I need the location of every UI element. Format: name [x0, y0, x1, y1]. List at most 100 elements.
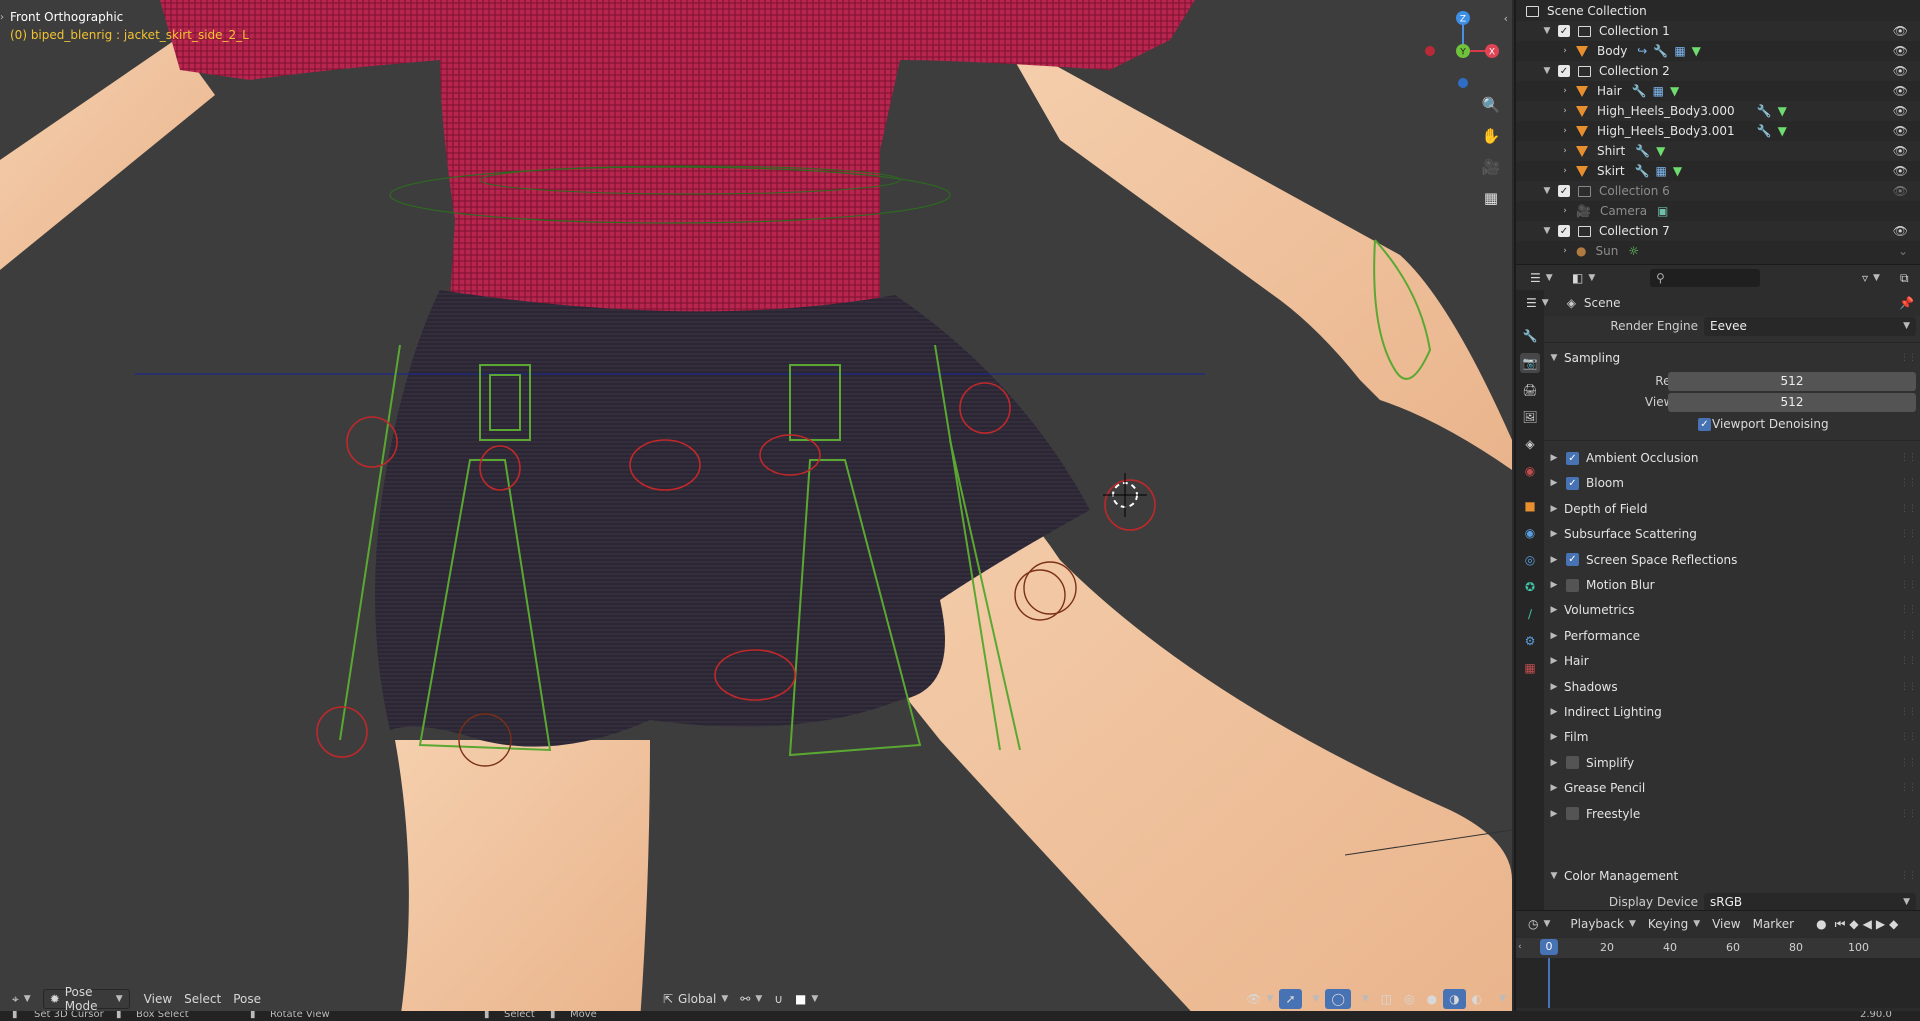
panel-shadows[interactable]: ▶ Shadows ⋮⋮	[1548, 675, 1918, 699]
transform-orientation-dropdown[interactable]: ⇱ Global ▼	[657, 989, 734, 1009]
filter-dropdown[interactable]: ▿ ▼	[1856, 268, 1886, 288]
drag-grip-icon[interactable]: ⋮⋮	[1900, 605, 1917, 615]
prev-keyframe-button[interactable]: ◆	[1847, 914, 1860, 934]
drag-grip-icon[interactable]: ⋮⋮	[1900, 453, 1917, 463]
hand-icon[interactable]: ✋	[1478, 123, 1504, 149]
panel-screen-space-reflections[interactable]: ▶ ✓ Screen Space Reflections ⋮⋮	[1548, 548, 1918, 572]
panel-volumetrics[interactable]: ▶ Volumetrics ⋮⋮	[1548, 598, 1918, 622]
record-button[interactable]: ●	[1810, 914, 1832, 934]
menu-pose[interactable]: Pose	[227, 989, 267, 1009]
snap-toggle[interactable]: ∪	[768, 989, 789, 1009]
gizmo-toggle[interactable]: ➚	[1279, 989, 1302, 1009]
timeline-area[interactable]	[1516, 958, 1920, 1008]
panel-motion-blur[interactable]: ▶ Motion Blur ⋮⋮	[1548, 573, 1918, 597]
xray-toggle[interactable]: ◫	[1375, 989, 1398, 1009]
outliner-row[interactable]: ▼ ✓ Collection 2 👁	[1516, 61, 1920, 81]
render-tab-icon[interactable]: 📷	[1520, 353, 1540, 373]
menu-marker[interactable]: Marker	[1747, 914, 1800, 934]
chevron-down-icon[interactable]: ⌄	[1898, 244, 1908, 258]
eye-icon[interactable]: 👁	[1893, 144, 1908, 158]
drag-grip-icon[interactable]: ⋮⋮	[1900, 478, 1917, 488]
outliner-row[interactable]: ▼ ✓ Collection 7 👁	[1516, 221, 1920, 241]
navigation-gizmo[interactable]: Z Y X	[1425, 8, 1505, 88]
eye-icon[interactable]: 👁	[1893, 124, 1908, 138]
expand-arrow-icon[interactable]: ›	[1560, 146, 1570, 156]
physics-tab-icon[interactable]: ◎	[1520, 550, 1540, 570]
exclude-checkbox[interactable]: ✓	[1558, 65, 1570, 77]
panel-indirect-lighting[interactable]: ▶ Indirect Lighting ⋮⋮	[1548, 700, 1918, 724]
panel-enable-checkbox[interactable]	[1566, 578, 1579, 592]
view-layer-tab-icon[interactable]: 🖼	[1520, 407, 1540, 427]
gizmo-dropdown[interactable]: ▼	[1302, 989, 1326, 1009]
drag-grip-icon[interactable]: ⋮⋮	[1900, 682, 1917, 692]
outliner-scene-collection[interactable]: Scene Collection	[1516, 1, 1920, 21]
panel-color-management[interactable]: ▼ Color Management ⋮⋮	[1548, 864, 1918, 888]
viewport-samples-field[interactable]: 512	[1668, 392, 1916, 412]
panel-simplify[interactable]: ▶ Simplify ⋮⋮	[1548, 751, 1918, 775]
play-button[interactable]: ▶	[1874, 914, 1887, 934]
expand-arrow-icon[interactable]: ›	[1560, 206, 1570, 216]
viewport-denoising-checkbox[interactable]: ✓	[1698, 417, 1711, 431]
expand-arrow-icon[interactable]: ›	[1560, 106, 1570, 116]
exclude-checkbox[interactable]: ✓	[1558, 225, 1570, 237]
snap-target-dropdown[interactable]: ■ ▼	[789, 989, 824, 1009]
panel-hair[interactable]: ▶ Hair ⋮⋮	[1548, 649, 1918, 673]
panel-grease-pencil[interactable]: ▶ Grease Pencil ⋮⋮	[1548, 776, 1918, 800]
bone-constraint-tab-icon[interactable]: ⚙	[1520, 631, 1540, 651]
grid-icon[interactable]: ▦	[1478, 185, 1504, 211]
object-tab-icon[interactable]: ■	[1520, 496, 1540, 516]
viewport-denoising-row[interactable]: ✓ Viewport Denoising	[1544, 414, 1920, 434]
zoom-icon[interactable]: 🔍	[1478, 92, 1504, 118]
expand-arrow-icon[interactable]: ▼	[1542, 66, 1552, 76]
panel-enable-checkbox[interactable]: ✓	[1566, 451, 1579, 465]
expand-arrow-icon[interactable]: ›	[1560, 46, 1570, 56]
toolbar-toggle-arrow[interactable]: ›	[0, 12, 4, 23]
new-collection-button[interactable]: ⧉	[1894, 268, 1915, 288]
shading-dropdown[interactable]: ▼	[1488, 989, 1512, 1009]
outliner-row[interactable]: › Skirt 🔧 ▦ ▼ 👁	[1516, 161, 1920, 181]
panel-enable-checkbox[interactable]	[1566, 807, 1579, 821]
expand-arrow-icon[interactable]: ›	[1560, 166, 1570, 176]
panel-subsurface-scattering[interactable]: ▶ Subsurface Scattering ⋮⋮	[1548, 522, 1918, 546]
output-tab-icon[interactable]: 🖨	[1520, 380, 1540, 400]
expand-arrow-icon[interactable]: ▼	[1542, 226, 1552, 236]
panel-enable-checkbox[interactable]	[1566, 756, 1579, 770]
panel-depth-of-field[interactable]: ▶ Depth of Field ⋮⋮	[1548, 497, 1918, 521]
editor-type-button[interactable]: ⌖ ▼	[6, 989, 37, 1009]
world-tab-icon[interactable]: ◉	[1520, 461, 1540, 481]
3d-viewport[interactable]: › Front Orthographic (0) biped_blenrig :…	[0, 0, 1512, 1021]
shading-material[interactable]: ◑	[1443, 989, 1466, 1009]
outliner-row[interactable]: › Hair 🔧 ▦ ▼ 👁	[1516, 81, 1920, 101]
editor-type-button[interactable]: ☰ ▼	[1520, 293, 1555, 313]
expand-arrow-icon[interactable]: ›	[1560, 246, 1570, 256]
expand-arrow-icon[interactable]: ›	[1560, 126, 1570, 136]
drag-grip-icon[interactable]: ⋮⋮	[1900, 809, 1917, 819]
outliner-row[interactable]: › High_Heels_Body3.001 🔧 ▼ 👁	[1516, 121, 1920, 141]
eye-icon[interactable]: 👁	[1893, 44, 1908, 58]
mode-dropdown[interactable]: ✹ Pose Mode ▼	[42, 985, 130, 1013]
exclude-checkbox[interactable]: ✓	[1558, 25, 1570, 37]
shading-wireframe[interactable]: ◎	[1398, 989, 1420, 1009]
current-frame-indicator[interactable]: 0	[1540, 939, 1558, 955]
eye-icon[interactable]: 👁	[1893, 224, 1908, 238]
drag-grip-icon[interactable]: ⋮⋮	[1900, 504, 1917, 514]
jump-start-button[interactable]: ⏮	[1833, 914, 1848, 934]
pivot-point-dropdown[interactable]: ⚯ ▼	[734, 989, 768, 1009]
camera-icon[interactable]: 🎥	[1478, 154, 1504, 180]
panel-performance[interactable]: ▶ Performance ⋮⋮	[1548, 624, 1918, 648]
menu-playback[interactable]: Playback ▼	[1564, 914, 1641, 934]
drag-grip-icon[interactable]: ⋮⋮	[1900, 783, 1917, 793]
display-device-dropdown[interactable]: sRGB ▼	[1704, 892, 1916, 912]
outliner-row[interactable]: ▼ ✓ Collection 6 👁	[1516, 181, 1920, 201]
menu-timeline-view[interactable]: View	[1706, 914, 1746, 934]
outliner-row[interactable]: ▼ ✓ Collection 1 👁	[1516, 21, 1920, 41]
timeline-ruler[interactable]: ‹ 0 20 40 60 80 100	[1516, 938, 1920, 958]
bone-tab-icon[interactable]: ∕	[1520, 604, 1540, 624]
scene-tab-icon[interactable]: ◈	[1520, 434, 1540, 454]
eye-icon[interactable]: 👁	[1893, 164, 1908, 178]
drag-grip-icon[interactable]: ⋮⋮	[1900, 732, 1917, 742]
outliner-row[interactable]: › ● Sun ☼ ⌄	[1516, 241, 1920, 261]
drag-grip-icon[interactable]: ⋮⋮	[1900, 580, 1917, 590]
outliner-row[interactable]: › Body ↪ 🔧 ▦ ▼ 👁	[1516, 41, 1920, 61]
play-reverse-button[interactable]: ◀	[1861, 914, 1874, 934]
